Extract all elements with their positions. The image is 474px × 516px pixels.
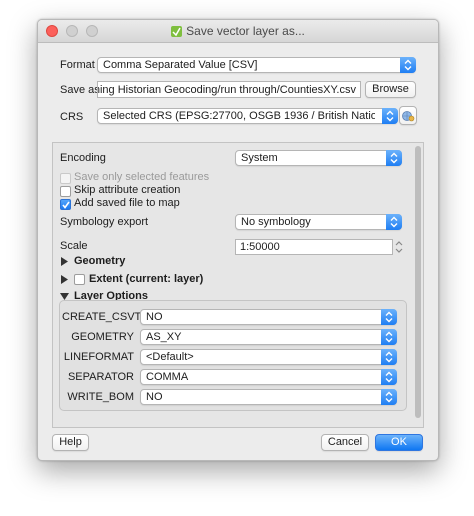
option-select-lineformat[interactable]: <Default> xyxy=(140,349,397,365)
collapse-triangle-icon[interactable] xyxy=(60,293,69,300)
help-button[interactable]: Help xyxy=(52,434,89,451)
option-value-separator: COMMA xyxy=(146,371,189,383)
browse-button[interactable]: Browse xyxy=(365,81,416,98)
symbology-value: No symbology xyxy=(241,216,311,228)
chevron-updown-icon xyxy=(381,389,397,405)
add-saved-file-checkbox[interactable] xyxy=(60,199,71,210)
checkmark-icon xyxy=(62,201,70,209)
select-crs-button[interactable] xyxy=(399,106,417,125)
option-value-geometry: AS_XY xyxy=(146,331,182,343)
option-label-lineformat: LINEFORMAT xyxy=(63,351,134,363)
option-value-lineformat: <Default> xyxy=(146,351,194,363)
chevron-updown-icon xyxy=(381,329,397,345)
scale-label: Scale xyxy=(60,240,88,252)
option-select-write-bom[interactable]: NO xyxy=(140,389,397,405)
option-value-create-csvt: NO xyxy=(146,311,163,323)
scale-dropdown-arrow[interactable] xyxy=(395,239,405,255)
crs-label: CRS xyxy=(60,111,84,123)
option-label-geometry: GEOMETRY xyxy=(71,331,134,343)
skip-attribute-label: Skip attribute creation xyxy=(74,184,181,196)
cancel-button[interactable]: Cancel xyxy=(321,434,369,451)
option-select-separator[interactable]: COMMA xyxy=(140,369,397,385)
save-as-path-value: ing/Programming Historian Geocoding/run … xyxy=(98,84,356,96)
format-label: Format xyxy=(60,59,95,71)
option-select-create-csvt[interactable]: NO xyxy=(140,309,397,325)
chevron-updown-icon xyxy=(382,108,398,124)
expand-triangle-icon[interactable] xyxy=(61,275,68,284)
scale-input[interactable]: 1:50000 xyxy=(235,239,393,255)
option-label-write-bom: WRITE_BOM xyxy=(67,391,134,403)
geometry-section-header[interactable]: Geometry xyxy=(74,255,125,267)
save-vector-dialog: Save vector layer as... Format Comma Sep… xyxy=(37,19,439,461)
chevron-updown-icon xyxy=(395,241,403,253)
options-scrollbar[interactable] xyxy=(414,142,422,426)
expand-triangle-icon[interactable] xyxy=(61,257,68,266)
title-bar: Save vector layer as... xyxy=(38,20,438,43)
option-label-create-csvt: CREATE_CSVT xyxy=(62,311,142,323)
option-value-write-bom: NO xyxy=(146,391,163,403)
chevron-updown-icon xyxy=(386,214,402,230)
chevron-updown-icon xyxy=(400,57,416,73)
save-as-label: Save as xyxy=(60,84,100,96)
ok-button[interactable]: OK xyxy=(375,434,423,451)
qgis-icon xyxy=(171,26,183,40)
window-title: Save vector layer as... xyxy=(186,24,305,38)
encoding-select[interactable]: System xyxy=(235,150,402,166)
add-saved-file-label: Add saved file to map xyxy=(74,197,180,209)
save-only-selected-label: Save only selected features xyxy=(74,171,210,183)
window-title-container: Save vector layer as... xyxy=(38,24,438,40)
crs-globe-icon xyxy=(401,111,415,126)
option-label-separator: SEPARATOR xyxy=(67,371,134,383)
option-select-geometry[interactable]: AS_XY xyxy=(140,329,397,345)
crs-value: Selected CRS (EPSG:27700, OSGB 1936 / Br… xyxy=(103,110,375,122)
symbology-label: Symbology export xyxy=(60,216,149,228)
crs-select[interactable]: Selected CRS (EPSG:27700, OSGB 1936 / Br… xyxy=(97,108,398,124)
extent-checkbox[interactable] xyxy=(74,274,85,285)
skip-attribute-checkbox[interactable] xyxy=(60,186,71,197)
format-select[interactable]: Comma Separated Value [CSV] xyxy=(97,57,416,73)
encoding-value: System xyxy=(241,152,278,164)
chevron-updown-icon xyxy=(381,349,397,365)
save-only-selected-checkbox[interactable] xyxy=(60,173,71,184)
scale-value: 1:50000 xyxy=(240,241,280,253)
format-value: Comma Separated Value [CSV] xyxy=(103,59,258,71)
extent-section-header[interactable]: Extent (current: layer) xyxy=(89,273,203,285)
symbology-select[interactable]: No symbology xyxy=(235,214,402,230)
encoding-label: Encoding xyxy=(60,152,106,164)
save-as-path-input[interactable]: ing/Programming Historian Geocoding/run … xyxy=(97,81,361,98)
chevron-updown-icon xyxy=(381,369,397,385)
chevron-updown-icon xyxy=(381,309,397,325)
chevron-updown-icon xyxy=(386,150,402,166)
scrollbar-thumb[interactable] xyxy=(415,146,421,418)
